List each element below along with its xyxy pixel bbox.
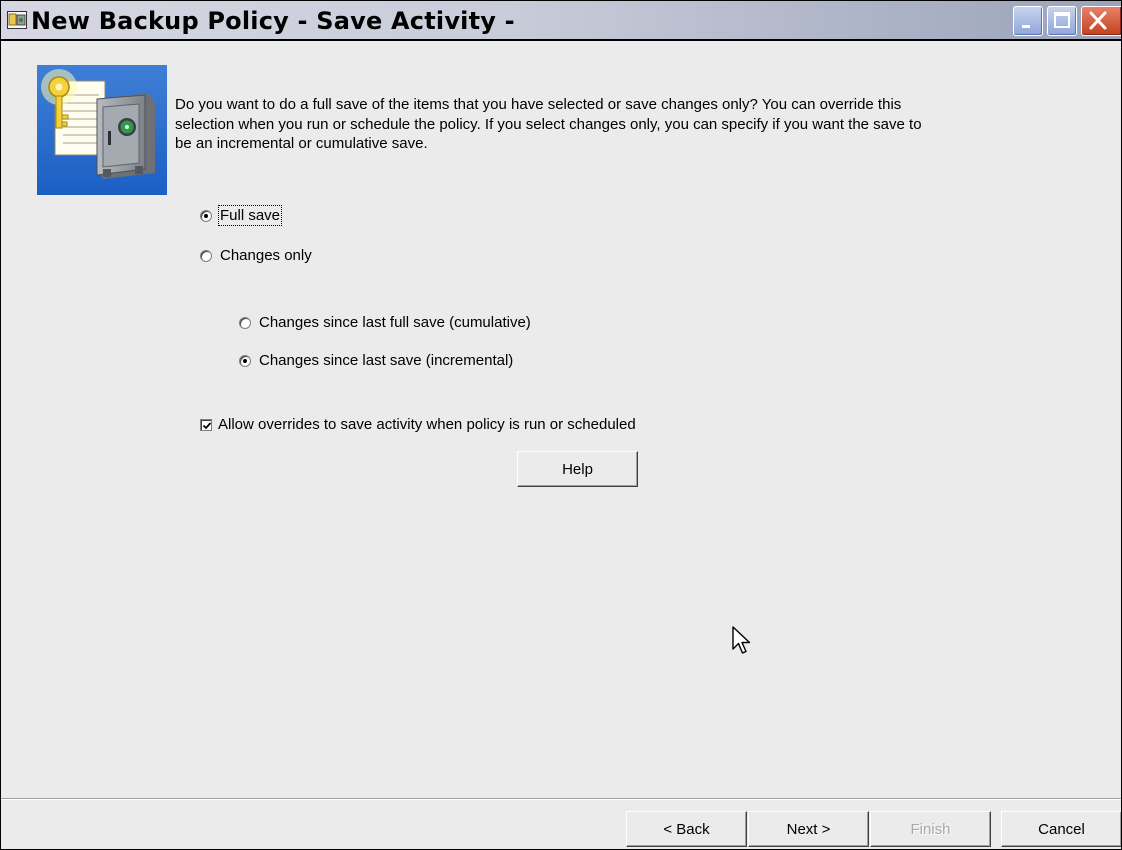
footer-separator bbox=[1, 798, 1121, 800]
incremental-option[interactable]: Changes since last save (incremental) bbox=[239, 352, 513, 369]
full-save-label[interactable]: Full save bbox=[217, 205, 283, 226]
minimize-button[interactable] bbox=[1013, 6, 1043, 36]
changes-only-radio[interactable] bbox=[200, 249, 212, 262]
mouse-cursor-icon bbox=[732, 626, 751, 654]
full-save-option[interactable]: Full save bbox=[200, 205, 283, 226]
title-bar[interactable]: New Backup Policy - Save Activity - bbox=[1, 1, 1121, 41]
intro-line-2: selection when you run or schedule the p… bbox=[175, 115, 922, 133]
finish-button[interactable]: Finish bbox=[870, 811, 991, 847]
cumulative-option[interactable]: Changes since last full save (cumulative… bbox=[239, 314, 531, 331]
back-button[interactable]: < Back bbox=[626, 811, 747, 847]
changes-only-option[interactable]: Changes only bbox=[200, 247, 312, 264]
backup-policy-app-icon bbox=[7, 11, 27, 29]
close-icon bbox=[1089, 11, 1107, 30]
changes-only-label[interactable]: Changes only bbox=[220, 247, 312, 264]
help-button[interactable]: Help bbox=[517, 451, 638, 487]
window-title: New Backup Policy - Save Activity - bbox=[31, 7, 515, 35]
maximize-button[interactable] bbox=[1047, 6, 1077, 36]
allow-overrides-checkbox[interactable] bbox=[200, 418, 212, 431]
cancel-button[interactable]: Cancel bbox=[1001, 811, 1121, 847]
close-button[interactable] bbox=[1081, 6, 1121, 36]
minimize-icon bbox=[1022, 25, 1030, 28]
intro-line-3: be an incremental or cumulative save. bbox=[175, 135, 428, 152]
maximize-icon bbox=[1054, 12, 1070, 28]
incremental-radio[interactable] bbox=[239, 354, 251, 367]
intro-text: Do you want to do a full save of the ite… bbox=[175, 95, 1115, 154]
checkmark-icon bbox=[202, 421, 212, 429]
cumulative-radio[interactable] bbox=[239, 316, 251, 329]
full-save-radio[interactable] bbox=[200, 209, 212, 222]
allow-overrides-label[interactable]: Allow overrides to save activity when po… bbox=[218, 416, 636, 433]
allow-overrides-option[interactable]: Allow overrides to save activity when po… bbox=[200, 416, 636, 433]
next-button[interactable]: Next > bbox=[748, 811, 869, 847]
intro-line-1: Do you want to do a full save of the ite… bbox=[175, 96, 902, 113]
cumulative-label[interactable]: Changes since last full save (cumulative… bbox=[259, 314, 531, 331]
dialog-window: New Backup Policy - Save Activity - Do y… bbox=[0, 0, 1122, 850]
incremental-label[interactable]: Changes since last save (incremental) bbox=[259, 352, 513, 369]
safe-with-key-icon bbox=[37, 65, 167, 195]
